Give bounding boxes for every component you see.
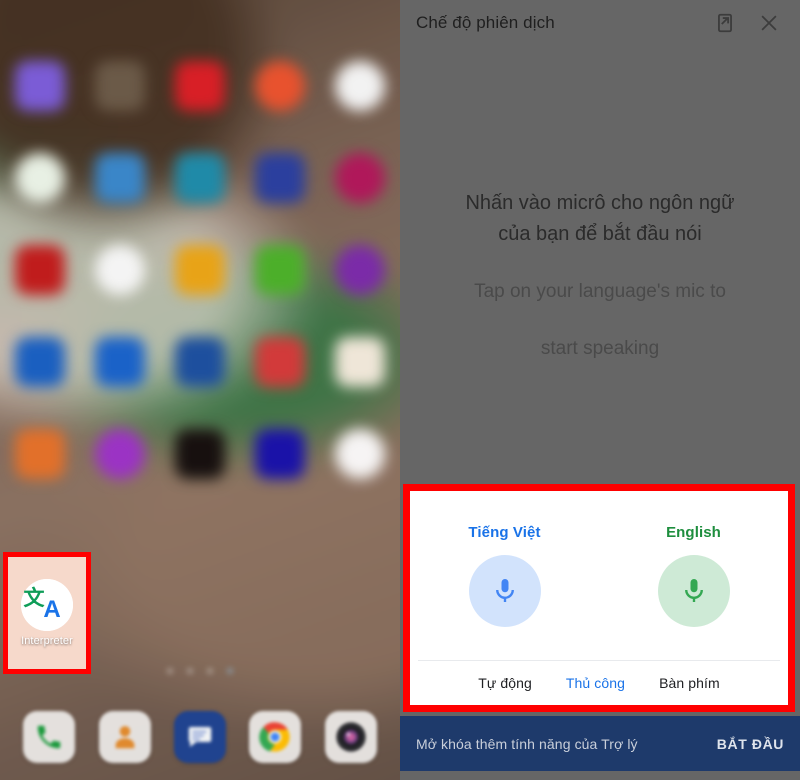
source-language-column[interactable]: Tiếng Việt <box>410 524 599 627</box>
app-icon-glyph <box>95 61 145 111</box>
promo-text: Mở khóa thêm tính năng của Trợ lý <box>416 735 638 752</box>
language-card: Tiếng Việt English Tự động Thủ công Bàn … <box>410 491 788 705</box>
target-language-label[interactable]: English <box>666 524 721 541</box>
messages-app-icon[interactable] <box>173 711 226 763</box>
mic-row: Tiếng Việt English <box>410 491 788 660</box>
app-icon-1[interactable] <box>80 40 160 132</box>
interpreter-app-highlight-box[interactable]: 文 A Interpreter <box>3 552 91 674</box>
app-icon-glyph <box>15 153 65 203</box>
app-icon-glyph <box>95 153 145 203</box>
tab-keyboard[interactable]: Bàn phím <box>659 675 720 691</box>
tab-auto[interactable]: Tự động <box>478 675 532 691</box>
app-icon-glyph <box>175 337 225 387</box>
camera-app-icon[interactable] <box>324 711 377 763</box>
app-icon-glyph <box>255 61 305 111</box>
app-icon-22[interactable] <box>160 408 240 500</box>
app-icon-glyph <box>175 153 225 203</box>
app-icon-glyph <box>175 429 225 479</box>
interpreter-app-label: Interpreter <box>21 635 73 647</box>
app-icon-8[interactable] <box>240 132 320 224</box>
app-icon-5[interactable] <box>0 132 80 224</box>
app-icon-19[interactable] <box>320 316 400 408</box>
source-microphone-icon[interactable] <box>468 555 541 627</box>
app-icon-glyph <box>15 61 65 111</box>
tab-manual[interactable]: Thủ công <box>566 675 625 691</box>
app-icon-0[interactable] <box>0 40 80 132</box>
app-icon-10[interactable] <box>0 224 80 316</box>
svg-text:文: 文 <box>24 586 46 610</box>
app-icon-glyph <box>335 429 385 479</box>
app-icon-21[interactable] <box>80 408 160 500</box>
app-icon-9[interactable] <box>320 132 400 224</box>
svg-text:A: A <box>43 596 60 623</box>
app-icon-3[interactable] <box>240 40 320 132</box>
page-dot <box>227 668 233 674</box>
app-icon-11[interactable] <box>80 224 160 316</box>
page-dot <box>187 668 193 674</box>
instruction-text: Nhấn vào micrô cho ngôn ngữ của bạn để b… <box>400 188 800 364</box>
app-icon-glyph <box>255 337 305 387</box>
hint-vi-line-1: Nhấn vào micrô cho ngôn ngữ <box>465 192 735 214</box>
app-icon-glyph <box>15 245 65 295</box>
close-icon[interactable] <box>752 6 786 40</box>
google-translate-icon: 文 A <box>21 579 73 631</box>
app-icon-glyph <box>95 429 145 479</box>
phone-home-screen[interactable]: 文 A Interpreter <box>0 0 400 780</box>
assistant-promo-bar[interactable]: Mở khóa thêm tính năng của Trợ lý BẮT ĐẦ… <box>400 716 800 771</box>
panel-header: Chế độ phiên dịch <box>400 0 800 46</box>
app-icon-glyph <box>95 245 145 295</box>
bottom-gray-strip <box>400 771 800 780</box>
app-icon-glyph <box>95 337 145 387</box>
app-icon-14[interactable] <box>320 224 400 316</box>
app-icon-glyph <box>335 61 385 111</box>
hint-vi-line-2: của bạn để bắt đầu nói <box>498 223 702 245</box>
page-dot <box>167 668 173 674</box>
language-card-highlight-box: Tiếng Việt English Tự động Thủ công Bàn … <box>403 484 795 712</box>
app-icon-2[interactable] <box>160 40 240 132</box>
contacts-app-icon[interactable] <box>98 711 151 763</box>
app-icon-20[interactable] <box>0 408 80 500</box>
source-language-label[interactable]: Tiếng Việt <box>468 524 540 541</box>
interpreter-app-shortcut[interactable]: 文 A Interpreter <box>8 557 86 669</box>
dock[interactable] <box>0 694 400 780</box>
app-icon-glyph <box>335 153 385 203</box>
target-microphone-icon[interactable] <box>657 555 730 627</box>
app-icon-23[interactable] <box>240 408 320 500</box>
screenshot-root: 文 A Interpreter Chế độ phiên dịch Nhấn v… <box>0 0 800 780</box>
page-dot <box>207 668 213 674</box>
app-icon-glyph <box>255 153 305 203</box>
app-icon-4[interactable] <box>320 40 400 132</box>
app-icon-glyph <box>255 245 305 295</box>
app-icon-glyph <box>175 61 225 111</box>
chrome-app-icon[interactable] <box>249 711 302 763</box>
app-icon-15[interactable] <box>0 316 80 408</box>
app-icon-12[interactable] <box>160 224 240 316</box>
app-icon-24[interactable] <box>320 408 400 500</box>
app-icon-glyph <box>335 337 385 387</box>
mode-tabs[interactable]: Tự động Thủ công Bàn phím <box>410 661 788 705</box>
app-icon-glyph <box>15 429 65 479</box>
hint-en-line-2: start speaking <box>540 338 660 359</box>
app-grid[interactable] <box>0 40 400 500</box>
app-icon-glyph <box>175 245 225 295</box>
app-icon-17[interactable] <box>160 316 240 408</box>
app-icon-glyph <box>15 337 65 387</box>
open-in-phone-icon[interactable] <box>708 6 742 40</box>
app-icon-glyph <box>335 245 385 295</box>
app-icon-6[interactable] <box>80 132 160 224</box>
app-icon-glyph <box>255 429 305 479</box>
promo-start-button[interactable]: BẮT ĐẦU <box>717 736 784 752</box>
app-icon-13[interactable] <box>240 224 320 316</box>
phone-app-icon[interactable] <box>23 711 76 763</box>
app-icon-18[interactable] <box>240 316 320 408</box>
page-title: Chế độ phiên dịch <box>416 13 555 32</box>
hint-en-line-1: Tap on your language's mic to <box>474 281 726 302</box>
app-icon-7[interactable] <box>160 132 240 224</box>
app-icon-16[interactable] <box>80 316 160 408</box>
target-language-column[interactable]: English <box>599 524 788 627</box>
